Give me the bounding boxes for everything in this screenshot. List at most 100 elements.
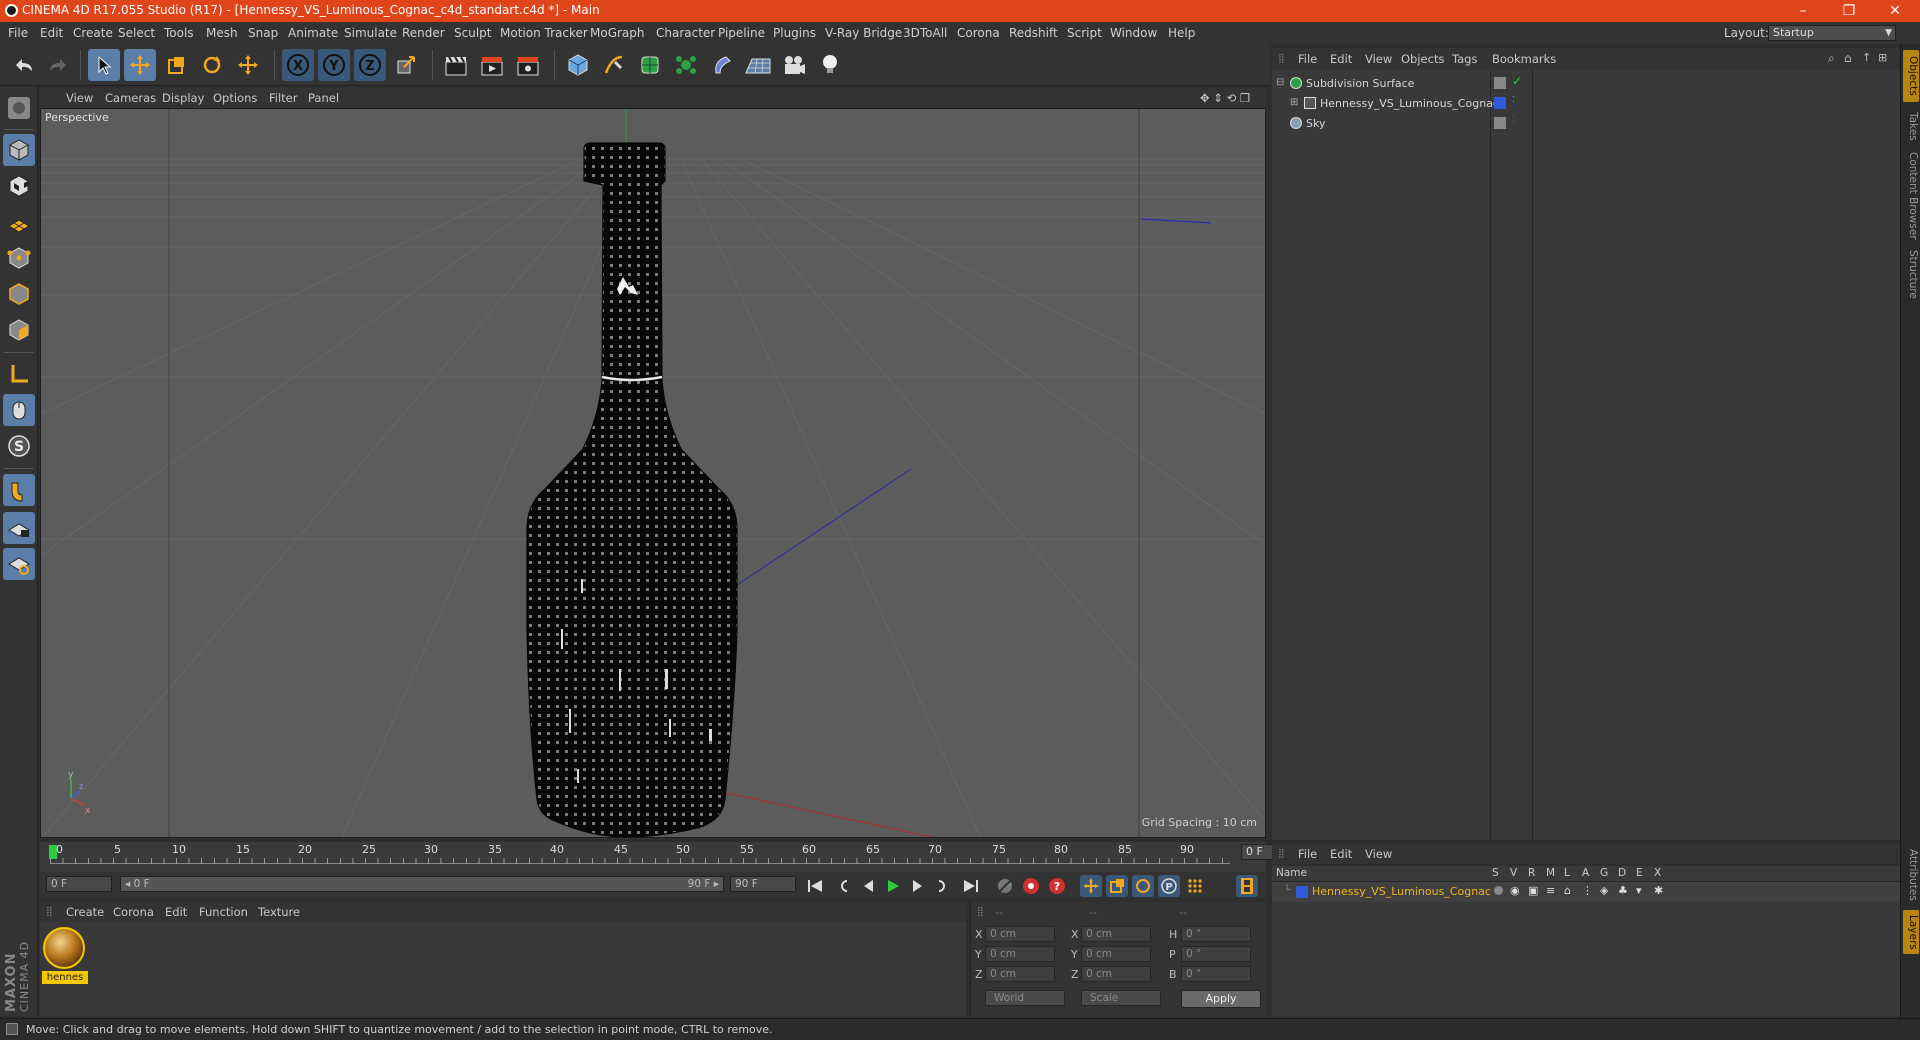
object-menu-tags[interactable]: Tags (1452, 52, 1477, 66)
layer-color-swatch[interactable] (1296, 886, 1308, 898)
material-name-label[interactable]: hennes (42, 971, 88, 984)
workplane-mode-button[interactable] (3, 206, 35, 238)
object-name[interactable]: Sky (1306, 117, 1325, 130)
subdivision-surface-button[interactable] (634, 49, 666, 81)
record-button[interactable] (1020, 875, 1042, 897)
object-row-hennessy[interactable]: ⊞ Hennessy_VS_Luminous_Cognac ⁚ (1272, 94, 1900, 114)
deformer-icon[interactable]: ♣ (1618, 884, 1628, 897)
coordinate-system-button[interactable] (390, 49, 422, 81)
size-y-field[interactable]: 0 cm (1081, 946, 1151, 962)
axis-y-toggle[interactable]: Y (318, 49, 350, 81)
menu-redshift[interactable]: Redshift (1009, 26, 1058, 40)
tweak-mode-button[interactable] (3, 394, 35, 426)
layer-col-render[interactable]: R (1528, 867, 1535, 879)
menu-motion-tracker[interactable]: Motion Tracker (500, 26, 588, 40)
viewport-menu-display[interactable]: Display (162, 91, 204, 105)
end-frame-field[interactable]: 90 F (730, 876, 796, 892)
snap-button[interactable]: S (3, 430, 35, 462)
arrow-up-icon[interactable]: ↑ (1862, 51, 1871, 64)
home-icon[interactable]: ⌂ (1844, 51, 1852, 65)
make-editable-button[interactable] (3, 92, 35, 124)
object-row-sky[interactable]: Sky ⁚ (1272, 114, 1900, 134)
menu-character[interactable]: Character (656, 26, 715, 40)
object-row-subdivision[interactable]: ⊟ Subdivision Surface ✓ (1272, 74, 1900, 94)
planar-workplane-button[interactable] (3, 548, 35, 580)
eye-icon[interactable]: ◉ (1510, 884, 1520, 897)
layer-col-xref[interactable]: X (1654, 867, 1661, 879)
deformer-button[interactable] (706, 49, 738, 81)
layer-name[interactable]: Hennessy_VS_Luminous_Cognac (1312, 885, 1491, 898)
object-menu-objects[interactable]: Objects (1401, 52, 1444, 66)
layer-row[interactable]: └ Hennessy_VS_Luminous_Cognac ◉ ▣ ≡ ⌂ ⋮ … (1272, 882, 1900, 902)
timeline-ruler[interactable]: 0 5 10 15 20 25 30 35 40 45 50 55 60 65 … (40, 842, 1305, 872)
object-name[interactable]: Subdivision Surface (1306, 77, 1414, 90)
render-view-button[interactable] (440, 49, 472, 81)
texture-mode-button[interactable] (3, 170, 35, 202)
key-position-button[interactable] (1080, 875, 1102, 897)
expand-icon[interactable]: ⊞ (1290, 97, 1298, 108)
menu-file[interactable]: File (8, 26, 28, 40)
search-icon[interactable]: ⌕ (1828, 51, 1835, 66)
layer-color-swatch[interactable] (1494, 77, 1506, 89)
material-menu-edit[interactable]: Edit (165, 905, 187, 919)
locked-workplane-button[interactable] (3, 512, 35, 544)
menu-window[interactable]: Window (1110, 26, 1157, 40)
go-to-start-button[interactable] (804, 875, 826, 897)
menu-simulate[interactable]: Simulate (344, 26, 397, 40)
material-menu-create[interactable]: Create (66, 905, 104, 919)
frame-range-slider[interactable]: ◂ 0 F 90 F ▸ (120, 876, 724, 892)
enable-snap-button[interactable] (3, 474, 35, 506)
lock-icon[interactable]: ⌂ (1564, 884, 1571, 897)
viewport-menu-view[interactable]: View (66, 91, 93, 105)
menu-snap[interactable]: Snap (248, 26, 278, 40)
object-menu-file[interactable]: File (1298, 52, 1317, 66)
tab-takes[interactable]: Takes (1903, 106, 1919, 146)
layer-menu-file[interactable]: File (1298, 847, 1317, 861)
viewport-menu-cameras[interactable]: Cameras (105, 91, 156, 105)
cube-object-button[interactable] (562, 49, 594, 81)
check-icon[interactable]: ✓ (1512, 74, 1522, 88)
restore-button[interactable]: ❐ (1826, 0, 1872, 22)
tab-objects[interactable]: Objects (1903, 50, 1919, 102)
layer-col-generators[interactable]: G (1600, 867, 1608, 879)
tab-content-browser[interactable]: Content Browser (1903, 150, 1919, 242)
key-pla-button[interactable] (1184, 875, 1206, 897)
layer-color-swatch[interactable] (1494, 117, 1506, 129)
solo-icon[interactable] (1494, 886, 1503, 895)
axis-mode-button[interactable] (3, 358, 35, 390)
size-x-field[interactable]: 0 cm (1081, 926, 1151, 942)
layer-menu-view[interactable]: View (1365, 847, 1392, 861)
coordinate-space-select[interactable]: World (985, 990, 1065, 1006)
menu-mograph[interactable]: MoGraph (590, 26, 645, 40)
material-menu-corona[interactable]: Corona (113, 905, 154, 919)
perspective-viewport[interactable]: y z x Perspective Grid Spacing : 10 cm (40, 108, 1266, 838)
animation-icon[interactable]: ⋮ (1582, 884, 1593, 897)
position-z-field[interactable]: 0 cm (985, 966, 1055, 982)
tab-structure[interactable]: Structure (1903, 246, 1919, 302)
visibility-dots-icon[interactable]: ⁚ (1512, 95, 1515, 104)
key-rotation-button[interactable] (1132, 875, 1154, 897)
key-scale-button[interactable] (1106, 875, 1128, 897)
next-frame-button[interactable] (906, 875, 928, 897)
layer-col-expressions[interactable]: E (1636, 867, 1643, 879)
tab-layers[interactable]: Layers (1903, 910, 1919, 954)
timeline-window-button[interactable] (1236, 875, 1258, 897)
camera-button[interactable] (778, 49, 810, 81)
menu-render[interactable]: Render (402, 26, 445, 40)
go-to-end-button[interactable] (960, 875, 982, 897)
select-tool-button[interactable] (88, 49, 120, 81)
layer-col-name[interactable]: Name (1276, 867, 1307, 879)
visibility-dots-icon[interactable]: ⁚ (1512, 115, 1515, 124)
layer-menu-edit[interactable]: Edit (1330, 847, 1352, 861)
menu-select[interactable]: Select (118, 26, 155, 40)
object-name[interactable]: Hennessy_VS_Luminous_Cognac (1320, 97, 1499, 110)
autokey-button[interactable]: ? (1046, 875, 1068, 897)
move-tool-button[interactable] (124, 49, 156, 81)
viewport-navigation-icons[interactable]: ✥ ⇕ ⟲ ❐ (1200, 91, 1250, 105)
menu-help[interactable]: Help (1168, 26, 1195, 40)
menu-mesh[interactable]: Mesh (206, 26, 238, 40)
menu-vray-bridge[interactable]: V-Ray Bridge (825, 26, 902, 40)
minimize-button[interactable]: – (1780, 0, 1826, 22)
light-button[interactable] (814, 49, 846, 81)
undo-button[interactable] (8, 49, 40, 81)
